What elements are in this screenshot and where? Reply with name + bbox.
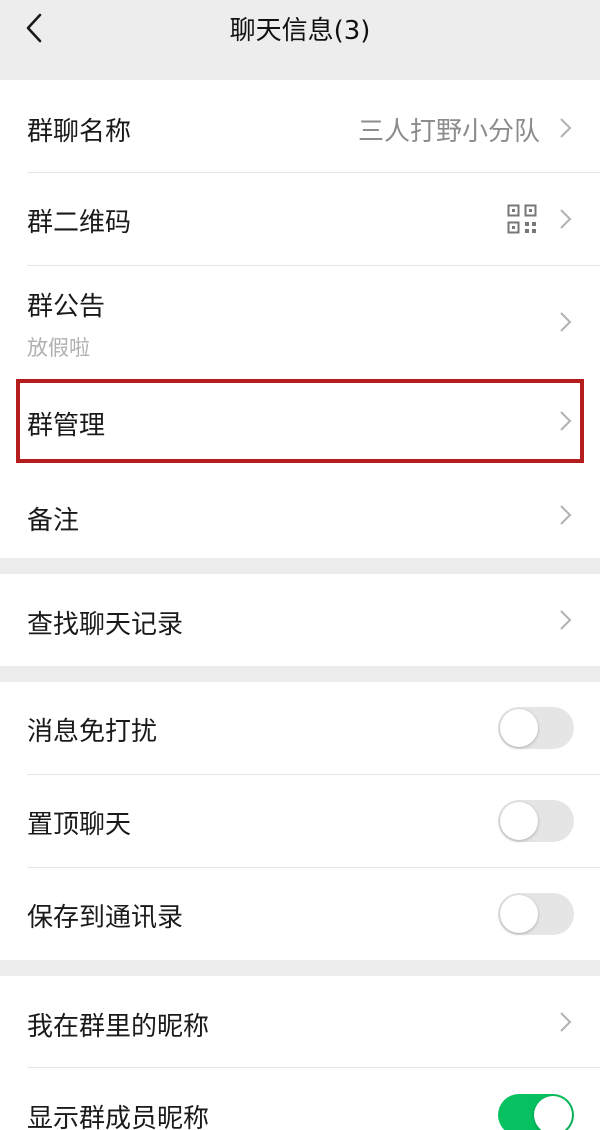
row-my-nickname[interactable]: 我在群里的昵称 <box>0 976 600 1068</box>
row-show-nicknames: 显示群成员昵称 <box>0 1068 600 1130</box>
row-save-contacts: 保存到通讯录 <box>0 868 600 960</box>
my-nickname-label: 我在群里的昵称 <box>27 1012 210 1042</box>
pin-label: 置顶聊天 <box>27 810 132 840</box>
mute-label: 消息免打扰 <box>27 717 158 747</box>
row-group-name[interactable]: 群聊名称 三人打野小分队 <box>0 80 600 173</box>
chevron-right-icon <box>560 610 572 630</box>
search-history-label: 查找聊天记录 <box>27 610 184 640</box>
group-name-value: 三人打野小分队 <box>357 117 540 147</box>
group-qr-label: 群二维码 <box>27 208 132 238</box>
chevron-right-icon <box>560 209 572 229</box>
nickname-section: 我在群里的昵称 显示群成员昵称 <box>0 976 600 1130</box>
group-notice-content: 放假啦 <box>27 336 90 360</box>
qr-code-icon <box>507 204 537 234</box>
row-group-notice[interactable]: 群公告 放假啦 <box>0 266 600 379</box>
pin-toggle[interactable] <box>498 800 574 842</box>
row-mute: 消息免打扰 <box>0 682 600 775</box>
group-info-section: 群聊名称 三人打野小分队 群二维码 群公告 放假啦 群管理 备注 <box>0 80 600 558</box>
nav-bar: 聊天信息(3) <box>0 0 600 60</box>
mute-toggle[interactable] <box>498 707 574 749</box>
row-search-history[interactable]: 查找聊天记录 <box>0 574 600 666</box>
chevron-right-icon <box>560 505 572 525</box>
toggle-section: 消息免打扰 置顶聊天 保存到通讯录 <box>0 682 600 960</box>
show-nicknames-toggle[interactable] <box>498 1094 574 1130</box>
chevron-right-icon <box>560 1012 572 1032</box>
remark-label: 备注 <box>27 506 80 536</box>
search-section: 查找聊天记录 <box>0 574 600 666</box>
save-contacts-label: 保存到通讯录 <box>27 903 184 933</box>
save-contacts-toggle[interactable] <box>498 893 574 935</box>
group-notice-label: 群公告 <box>27 292 106 322</box>
row-group-qr[interactable]: 群二维码 <box>0 173 600 266</box>
show-nicknames-label: 显示群成员昵称 <box>27 1104 210 1130</box>
page-title: 聊天信息(3) <box>229 16 371 46</box>
chevron-right-icon <box>560 312 572 332</box>
row-remark[interactable]: 备注 <box>0 464 600 558</box>
highlight-box <box>16 379 584 463</box>
group-name-label: 群聊名称 <box>27 117 132 147</box>
row-pin: 置顶聊天 <box>0 775 600 868</box>
chevron-right-icon <box>560 118 572 138</box>
